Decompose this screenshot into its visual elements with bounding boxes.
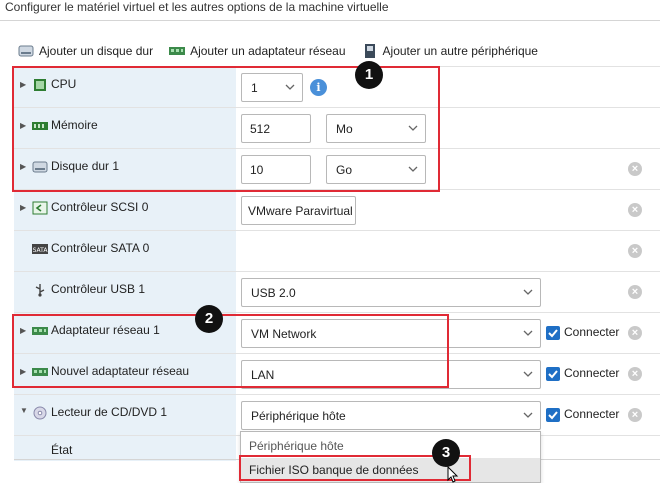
device-row-usb: Contrôleur USB 1 USB 2.0 × [14,271,660,313]
connect-checkbox[interactable] [546,326,560,340]
cd-dvd-label: Lecteur de CD/DVD 1 [51,405,168,419]
state-label: État [51,443,73,457]
sata-icon: SATA [32,242,48,256]
usb-version-select[interactable]: USB 2.0 [241,278,541,307]
device-label-cell: État [14,436,236,461]
toolbar: Ajouter un disque dur Ajouter un adaptat… [18,42,554,60]
scsi-controller-icon [32,201,48,215]
checkmark-icon [548,411,558,420]
divider [0,20,660,21]
scsi-label: Contrôleur SCSI 0 [51,200,149,214]
chevron-down-icon [523,412,533,418]
cd-dvd-icon [32,406,48,420]
add-network-label: Ajouter un adaptateur réseau [190,44,346,58]
step-badge-1: 1 [355,61,383,89]
svg-text:SATA: SATA [33,247,48,254]
device-row-sata: SATA Contrôleur SATA 0 × [14,230,660,272]
chevron-down-icon [523,371,533,377]
connect-label: Connecter [564,366,620,380]
usb-icon [32,283,48,297]
device-value-cell: Périphérique hôte Connecter [236,395,660,436]
chevron-down-icon [523,289,533,295]
cd-dvd-value: Périphérique hôte [251,408,346,423]
device-value-cell: VMware Paravirtual [236,190,660,231]
chevron-down-icon [523,330,533,336]
highlight-box-2 [12,314,449,388]
device-value-cell [236,231,660,272]
connect-checkbox[interactable] [546,408,560,422]
sata-label: Contrôleur SATA 0 [51,241,150,255]
checkmark-icon [548,329,558,338]
collapse-triangle-icon[interactable]: ▼ [20,406,28,415]
add-disk-button[interactable]: Ajouter un disque dur [18,44,153,58]
device-row-cd-dvd: ▼ Lecteur de CD/DVD 1 Périphérique hôte … [14,394,660,436]
device-label-cell: ▶ Contrôleur SCSI 0 [14,190,236,231]
expand-triangle-icon[interactable]: ▶ [20,203,26,212]
remove-icon[interactable]: × [628,203,642,217]
remove-icon[interactable]: × [628,244,642,258]
device-row-scsi: ▶ Contrôleur SCSI 0 VMware Paravirtual × [14,189,660,231]
device-label-cell: ▼ Lecteur de CD/DVD 1 [14,395,236,436]
scsi-type-field[interactable]: VMware Paravirtual [241,196,356,225]
device-icon [362,44,378,58]
mouse-cursor-icon [447,466,459,483]
usb-label: Contrôleur USB 1 [51,282,146,296]
hard-disk-icon [18,44,34,58]
add-other-button[interactable]: Ajouter un autre périphérique [362,44,538,58]
step-badge-2: 2 [195,305,223,333]
remove-icon[interactable]: × [628,367,642,381]
checkmark-icon [548,370,558,379]
connect-checkbox[interactable] [546,367,560,381]
add-other-label: Ajouter un autre périphérique [382,44,538,58]
page-title: Configurer le matériel virtuel et les au… [5,0,389,14]
remove-icon[interactable]: × [628,326,642,340]
remove-icon[interactable]: × [628,285,642,299]
connect-label: Connecter [564,407,620,421]
add-network-button[interactable]: Ajouter un adaptateur réseau [169,44,346,58]
step-badge-3: 3 [432,439,460,467]
network-card-icon [169,44,186,58]
device-label-cell: SATA Contrôleur SATA 0 [14,231,236,272]
add-disk-label: Ajouter un disque dur [39,44,154,58]
usb-version-value: USB 2.0 [251,285,296,300]
connect-label: Connecter [564,325,620,339]
remove-icon[interactable]: × [628,162,642,176]
device-value-cell: USB 2.0 [236,272,660,313]
cd-dvd-select[interactable]: Périphérique hôte [241,401,541,430]
remove-icon[interactable]: × [628,408,642,422]
